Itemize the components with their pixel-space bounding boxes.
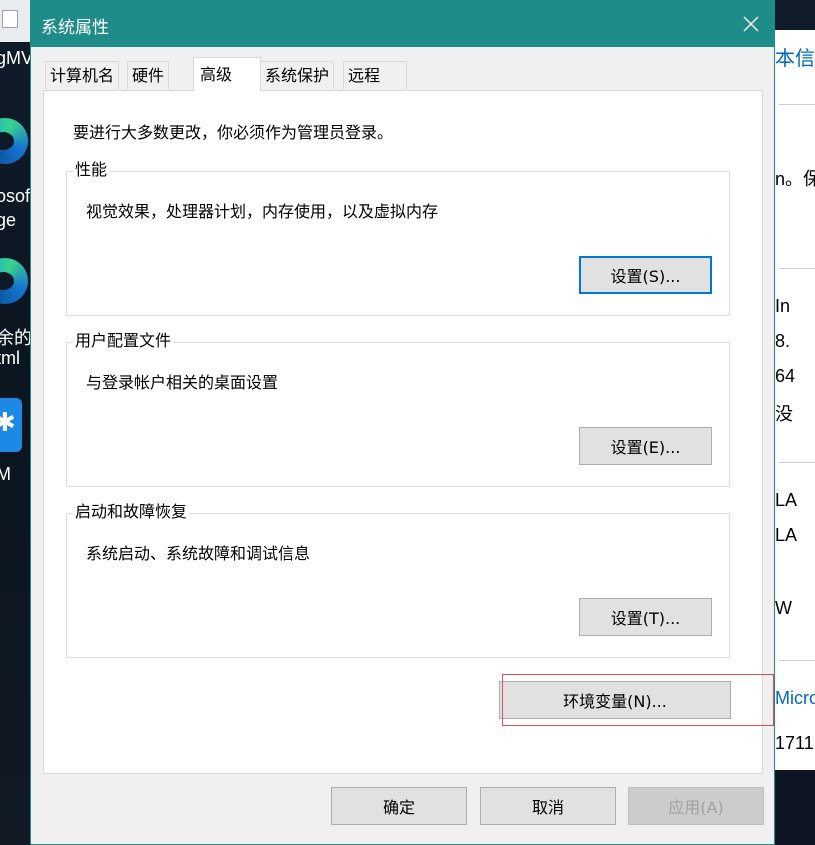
group-title: 启动和故障恢复 — [73, 502, 190, 522]
background-text: LA — [775, 525, 798, 545]
apply-button: 应用(A) — [628, 787, 764, 825]
tab-remote[interactable]: 远程 — [343, 61, 407, 89]
user-profiles-group: 用户配置文件 与登录帐户相关的桌面设置 设置(E)... — [66, 331, 730, 487]
group-description: 系统启动、系统故障和调试信息 — [86, 544, 311, 563]
desktop-file-icon — [2, 10, 18, 28]
background-text: W — [775, 598, 792, 618]
tab-computer-name[interactable]: 计算机名 — [45, 61, 120, 89]
tab-hardware[interactable]: 硬件 — [127, 61, 170, 89]
admin-notice: 要进行大多数更改，你必须作为管理员登录。 — [73, 123, 394, 142]
background-text: 64 — [775, 366, 796, 386]
close-button[interactable] — [728, 1, 774, 47]
startup-recovery-settings-button[interactable]: 设置(T)... — [579, 598, 712, 636]
tab-advanced[interactable]: 高级 — [193, 57, 261, 91]
desktop-icon-label: gMV — [0, 48, 30, 68]
app-shortcut-icon[interactable] — [0, 398, 22, 452]
divider — [779, 660, 815, 661]
edge-browser-icon[interactable] — [0, 118, 28, 164]
desktop-background-bottom — [775, 770, 815, 845]
performance-group: 性能 视觉效果，处理器计划，内存使用，以及虚拟内存 设置(S)... — [66, 160, 730, 316]
divider — [779, 462, 815, 463]
desktop-icon-label: ge — [0, 210, 17, 230]
group-title: 性能 — [73, 160, 110, 180]
background-text: n。保 — [775, 169, 815, 189]
desktop-background: gMV osof ge 余的J tml M — [0, 0, 30, 845]
background-text: In — [775, 296, 791, 316]
system-properties-dialog: 系统属性 计算机名 硬件 高级 系统保护 远程 要进行大多数更改，你必须作为管理… — [30, 0, 775, 845]
performance-settings-button[interactable]: 设置(S)... — [579, 256, 712, 294]
background-text: 本信息 — [775, 48, 815, 70]
background-text: 1711 — [775, 733, 814, 753]
close-icon — [743, 16, 759, 32]
tab-system-protection[interactable]: 系统保护 — [260, 61, 335, 89]
desktop-icon-label: 余的J — [0, 328, 30, 348]
ok-button[interactable]: 确定 — [331, 787, 467, 825]
group-title: 用户配置文件 — [73, 331, 174, 351]
background-window: 本信息 n。保 In 8. 64 没 LA LA W Micro 1711 — [775, 0, 815, 845]
startup-recovery-group: 启动和故障恢复 系统启动、系统故障和调试信息 设置(T)... — [66, 502, 730, 658]
divider — [779, 268, 815, 269]
advanced-tab-panel: 要进行大多数更改，你必须作为管理员登录。 性能 视觉效果，处理器计划，内存使用，… — [43, 90, 763, 774]
desktop-icon-label: osof — [0, 186, 30, 206]
background-link[interactable]: Micro — [775, 688, 815, 709]
user-profiles-settings-button[interactable]: 设置(E)... — [579, 427, 712, 465]
background-window-top — [775, 0, 815, 30]
desktop-icon-label: M — [0, 464, 11, 484]
background-text: 8. — [775, 331, 791, 351]
desktop-icon-label: tml — [0, 348, 20, 368]
divider — [779, 104, 815, 105]
group-description: 视觉效果，处理器计划，内存使用，以及虚拟内存 — [86, 202, 439, 221]
titlebar[interactable]: 系统属性 — [31, 1, 774, 47]
background-text: 没 — [775, 404, 793, 424]
group-description: 与登录帐户相关的桌面设置 — [86, 373, 279, 392]
window-title: 系统属性 — [41, 18, 109, 38]
cancel-button[interactable]: 取消 — [480, 787, 616, 825]
environment-variables-button[interactable]: 环境变量(N)... — [499, 681, 731, 719]
background-text: LA — [775, 490, 798, 510]
edge-html-file-icon[interactable] — [0, 258, 28, 304]
desktop-taskbar-fragment — [0, 0, 30, 42]
